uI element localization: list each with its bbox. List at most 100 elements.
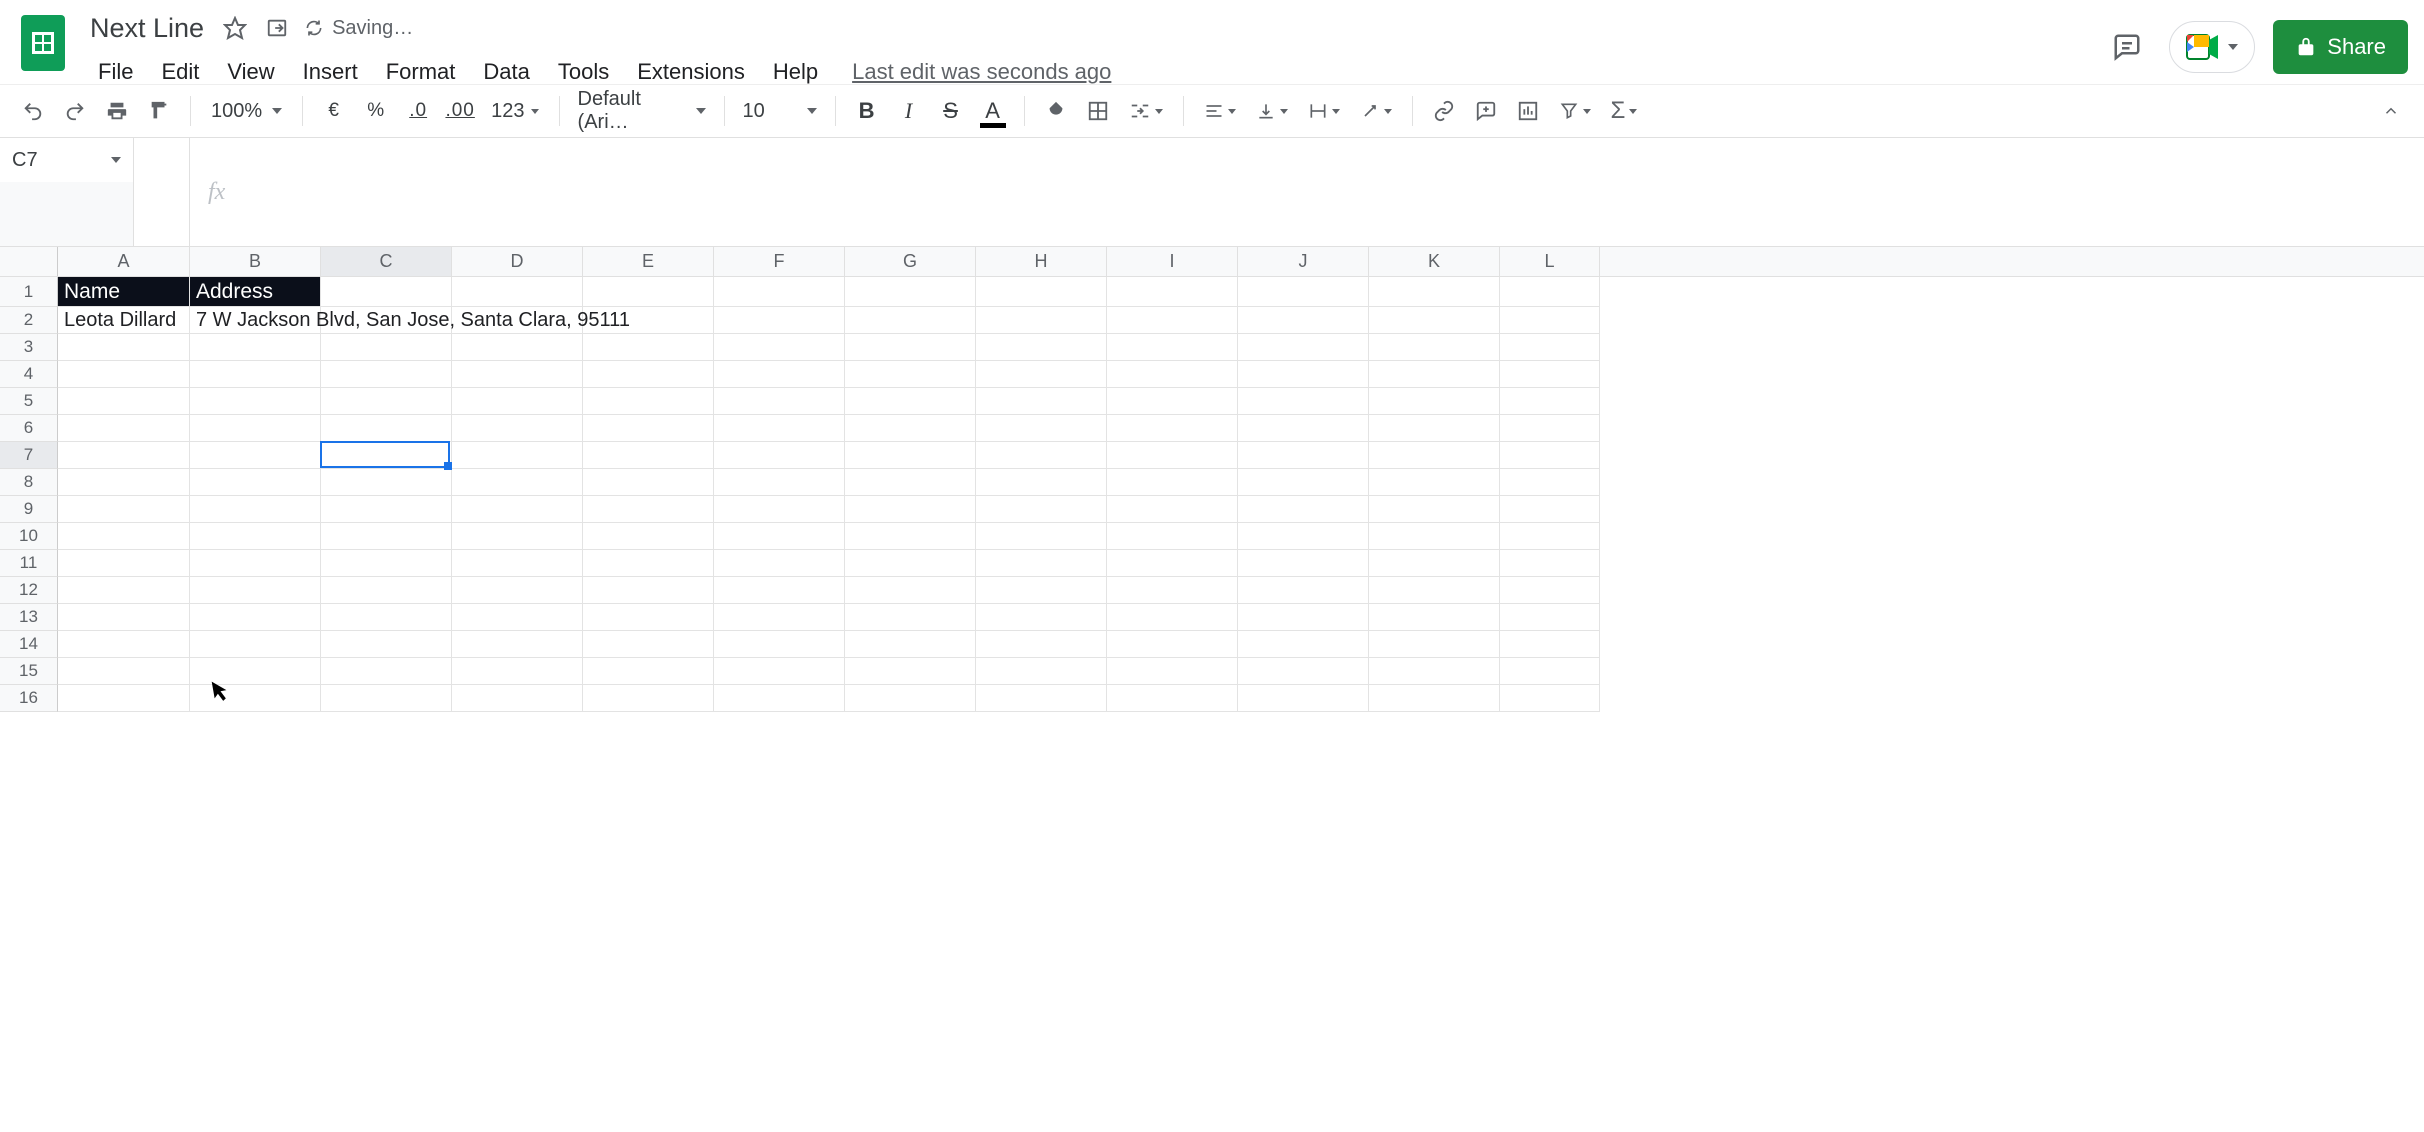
cell-A16[interactable] <box>58 685 190 712</box>
comments-button[interactable] <box>2103 23 2151 71</box>
cell-B15[interactable] <box>190 658 321 685</box>
cell-A6[interactable] <box>58 415 190 442</box>
col-header-A[interactable]: A <box>58 247 190 276</box>
cell-F14[interactable] <box>714 631 845 658</box>
cell-K1[interactable] <box>1369 277 1500 307</box>
cell-F6[interactable] <box>714 415 845 442</box>
cell-B12[interactable] <box>190 577 321 604</box>
cell-L13[interactable] <box>1500 604 1600 631</box>
cell-J2[interactable] <box>1238 307 1369 334</box>
strikethrough-button[interactable]: S <box>932 92 970 130</box>
row-header-4[interactable]: 4 <box>0 361 58 388</box>
cell-L6[interactable] <box>1500 415 1600 442</box>
cell-A4[interactable] <box>58 361 190 388</box>
cell-G2[interactable] <box>845 307 976 334</box>
cell-D12[interactable] <box>452 577 583 604</box>
menu-format[interactable]: Format <box>372 55 470 89</box>
cell-E1[interactable] <box>583 277 714 307</box>
spreadsheet-grid[interactable]: ABCDEFGHIJKL 1NameAddress2Leota Dillard7… <box>0 247 2424 712</box>
cell-I13[interactable] <box>1107 604 1238 631</box>
cell-H10[interactable] <box>976 523 1107 550</box>
cell-A13[interactable] <box>58 604 190 631</box>
cell-I9[interactable] <box>1107 496 1238 523</box>
cell-F12[interactable] <box>714 577 845 604</box>
paint-format-button[interactable] <box>140 92 178 130</box>
col-header-B[interactable]: B <box>190 247 321 276</box>
cell-B5[interactable] <box>190 388 321 415</box>
increase-decimal-button[interactable]: .00 <box>441 92 479 130</box>
cell-H16[interactable] <box>976 685 1107 712</box>
row-header-11[interactable]: 11 <box>0 550 58 577</box>
cell-E6[interactable] <box>583 415 714 442</box>
row-header-5[interactable]: 5 <box>0 388 58 415</box>
row-header-7[interactable]: 7 <box>0 442 58 469</box>
cell-J12[interactable] <box>1238 577 1369 604</box>
cell-I8[interactable] <box>1107 469 1238 496</box>
cell-A2[interactable]: Leota Dillard <box>58 307 190 334</box>
cell-F1[interactable] <box>714 277 845 307</box>
cell-G12[interactable] <box>845 577 976 604</box>
cell-H2[interactable] <box>976 307 1107 334</box>
cell-F7[interactable] <box>714 442 845 469</box>
menu-edit[interactable]: Edit <box>147 55 213 89</box>
row-header-3[interactable]: 3 <box>0 334 58 361</box>
cell-D10[interactable] <box>452 523 583 550</box>
zoom-select[interactable]: 100% <box>203 100 290 123</box>
cell-E3[interactable] <box>583 334 714 361</box>
col-header-I[interactable]: I <box>1107 247 1238 276</box>
menu-help[interactable]: Help <box>759 55 832 89</box>
cell-I10[interactable] <box>1107 523 1238 550</box>
cell-C6[interactable] <box>321 415 452 442</box>
valign-button[interactable] <box>1248 101 1296 121</box>
cell-L9[interactable] <box>1500 496 1600 523</box>
cell-D11[interactable] <box>452 550 583 577</box>
expand-toolbar-button[interactable] <box>2372 92 2410 130</box>
cell-D5[interactable] <box>452 388 583 415</box>
cell-J6[interactable] <box>1238 415 1369 442</box>
cell-J3[interactable] <box>1238 334 1369 361</box>
cell-I14[interactable] <box>1107 631 1238 658</box>
percent-button[interactable]: % <box>357 92 395 130</box>
menu-data[interactable]: Data <box>469 55 543 89</box>
row-header-1[interactable]: 1 <box>0 277 58 307</box>
cell-E16[interactable] <box>583 685 714 712</box>
cell-B4[interactable] <box>190 361 321 388</box>
cell-C1[interactable] <box>321 277 452 307</box>
wrap-button[interactable] <box>1300 101 1348 121</box>
row-header-6[interactable]: 6 <box>0 415 58 442</box>
cell-D8[interactable] <box>452 469 583 496</box>
cell-L11[interactable] <box>1500 550 1600 577</box>
cell-L4[interactable] <box>1500 361 1600 388</box>
cell-I15[interactable] <box>1107 658 1238 685</box>
cell-D9[interactable] <box>452 496 583 523</box>
cell-K7[interactable] <box>1369 442 1500 469</box>
cell-A14[interactable] <box>58 631 190 658</box>
cell-F16[interactable] <box>714 685 845 712</box>
cell-K9[interactable] <box>1369 496 1500 523</box>
cell-H11[interactable] <box>976 550 1107 577</box>
link-button[interactable] <box>1425 92 1463 130</box>
merge-button[interactable] <box>1121 100 1171 122</box>
col-header-H[interactable]: H <box>976 247 1107 276</box>
cell-B9[interactable] <box>190 496 321 523</box>
cell-K8[interactable] <box>1369 469 1500 496</box>
cell-G13[interactable] <box>845 604 976 631</box>
cell-B3[interactable] <box>190 334 321 361</box>
cell-D6[interactable] <box>452 415 583 442</box>
cell-H14[interactable] <box>976 631 1107 658</box>
cell-J1[interactable] <box>1238 277 1369 307</box>
col-header-C[interactable]: C <box>321 247 452 276</box>
cell-C7[interactable] <box>321 442 452 469</box>
cell-G1[interactable] <box>845 277 976 307</box>
col-header-J[interactable]: J <box>1238 247 1369 276</box>
cell-K14[interactable] <box>1369 631 1500 658</box>
cell-D13[interactable] <box>452 604 583 631</box>
cell-J14[interactable] <box>1238 631 1369 658</box>
cell-H6[interactable] <box>976 415 1107 442</box>
cell-H15[interactable] <box>976 658 1107 685</box>
number-format-select[interactable]: 123 <box>483 100 546 123</box>
text-color-button[interactable]: A <box>974 92 1012 130</box>
cell-C10[interactable] <box>321 523 452 550</box>
cell-J5[interactable] <box>1238 388 1369 415</box>
cell-I7[interactable] <box>1107 442 1238 469</box>
